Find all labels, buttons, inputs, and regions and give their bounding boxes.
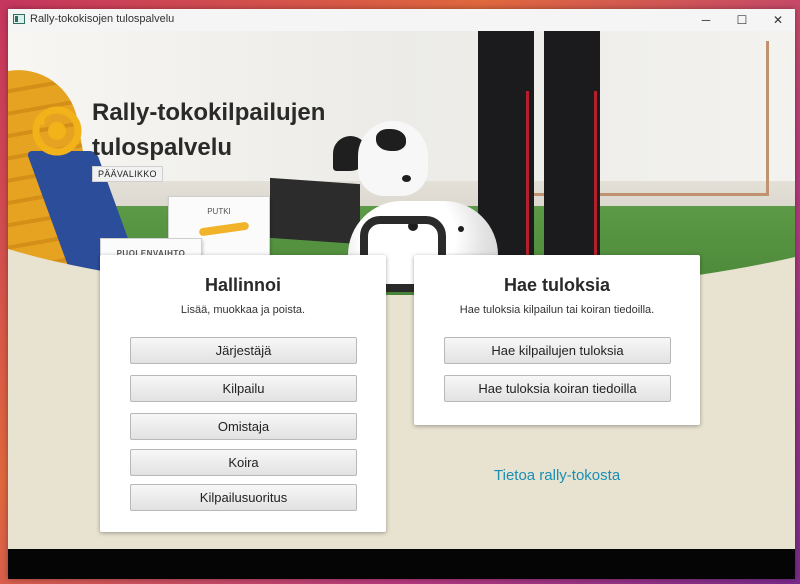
admin-subtitle: Lisää, muokkaa ja poista. (180, 304, 306, 316)
dog-button[interactable]: Koira (130, 449, 357, 476)
search-card: Hae tuloksia Hae tuloksia kilpailun tai … (414, 255, 700, 425)
sign-putki-mark (198, 221, 250, 237)
hero-rail (766, 41, 769, 196)
minimize-button[interactable]: ─ (688, 9, 724, 31)
dog-nose (402, 175, 411, 182)
about-rally-link[interactable]: Tietoa rally-tokosta (494, 467, 620, 484)
maximize-button[interactable]: ☐ (724, 9, 760, 31)
performance-button[interactable]: Kilpailusuoritus (130, 484, 357, 511)
close-button[interactable]: ✕ (760, 9, 795, 31)
title-bar[interactable]: Rally-tokokisojen tulospalvelu ─ ☐ ✕ (8, 9, 795, 32)
leg-stripe (526, 91, 529, 271)
search-subtitle: Hae tuloksia kilpailun tai koiran tiedoi… (459, 304, 655, 316)
search-title: Hae tuloksia (503, 275, 611, 295)
leg-stripe (594, 91, 597, 271)
app-icon (13, 14, 25, 24)
organizer-button[interactable]: Järjestäjä (130, 337, 357, 364)
admin-card: Hallinnoi Lisää, muokkaa ja poista. Järj… (100, 255, 386, 532)
app-window: Rally-tokokisojen tulospalvelu ─ ☐ ✕ PUT… (8, 9, 795, 579)
dog-head (358, 121, 428, 196)
admin-title: Hallinnoi (205, 275, 281, 295)
rally-logo-icon (32, 106, 82, 156)
competition-button[interactable]: Kilpailu (130, 375, 357, 402)
dark-box (270, 177, 360, 245)
sign-putki-label: PUTKI (207, 207, 231, 216)
handler-leg (544, 31, 600, 276)
main-menu-badge: PÄÄVALIKKO (92, 166, 163, 182)
search-by-dog-button[interactable]: Hae tuloksia koiran tiedoilla (444, 375, 671, 402)
owner-button[interactable]: Omistaja (130, 413, 357, 440)
app-title: Rally-tokokilpailujen tulospalvelu (92, 99, 326, 161)
bottom-bar (8, 549, 795, 579)
dog-head-patch (376, 129, 406, 151)
search-competitions-button[interactable]: Hae kilpailujen tuloksia (444, 337, 671, 364)
dog-spot (458, 226, 464, 232)
window-title: Rally-tokokisojen tulospalvelu (30, 13, 175, 25)
